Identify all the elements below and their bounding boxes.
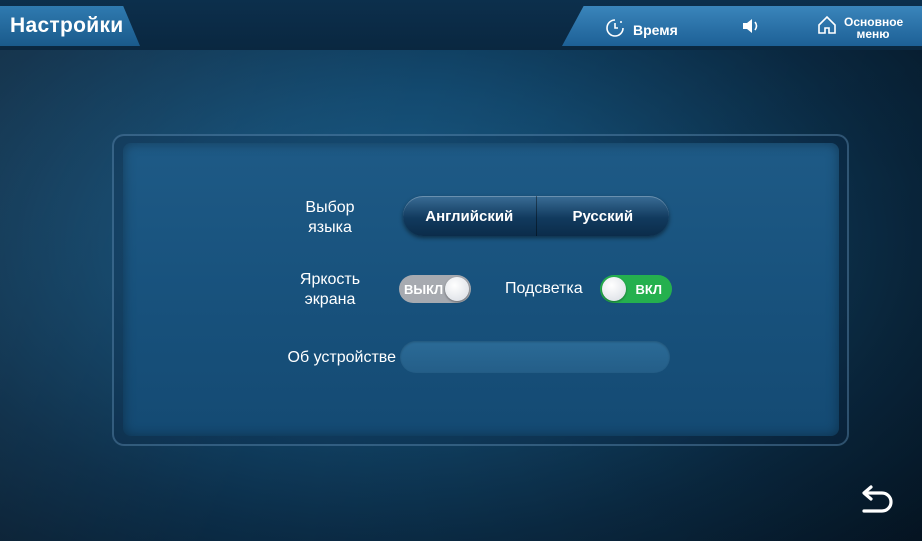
brightness-toggle-state: ВЫКЛ [404, 282, 444, 297]
language-option-russian[interactable]: Русский [537, 196, 670, 236]
main-menu-button[interactable]: Основное меню [816, 14, 904, 41]
about-label: Об устройстве [287, 349, 396, 366]
home-icon [816, 14, 838, 41]
back-button[interactable] [856, 484, 896, 520]
brightness-label-line2: экрана [304, 291, 356, 308]
clock-icon [605, 18, 625, 41]
language-selector: Английский Русский [403, 196, 669, 236]
toggle-knob [445, 277, 469, 301]
language-label: Выбор языка [270, 198, 390, 238]
backlight-label: Подсветка [505, 280, 583, 297]
about-device-field[interactable] [400, 341, 670, 373]
brightness-label-line1: Яркость [299, 271, 361, 288]
settings-panel [123, 143, 839, 436]
top-bar: Настройки Время Основное меню [0, 0, 922, 50]
language-label-line2: языка [308, 219, 352, 236]
main-menu-label: Основное меню [844, 14, 904, 41]
brightness-toggle[interactable]: ВЫКЛ [399, 275, 471, 303]
language-option-english[interactable]: Английский [403, 196, 536, 236]
backlight-toggle-state: ВКЛ [635, 282, 662, 297]
language-label-line1: Выбор [305, 199, 355, 216]
time-button[interactable]: Время [605, 18, 678, 41]
time-label: Время [633, 21, 678, 38]
speaker-icon [740, 16, 764, 41]
toggle-knob [602, 277, 626, 301]
volume-button[interactable] [740, 16, 764, 41]
backlight-toggle[interactable]: ВКЛ [600, 275, 672, 303]
back-arrow-icon [856, 485, 896, 524]
brightness-label: Яркость экрана [270, 270, 390, 310]
main-menu-label-line1: Основное [844, 14, 904, 29]
page-title: Настройки [10, 14, 124, 37]
main-menu-label-line2: меню [856, 26, 890, 41]
